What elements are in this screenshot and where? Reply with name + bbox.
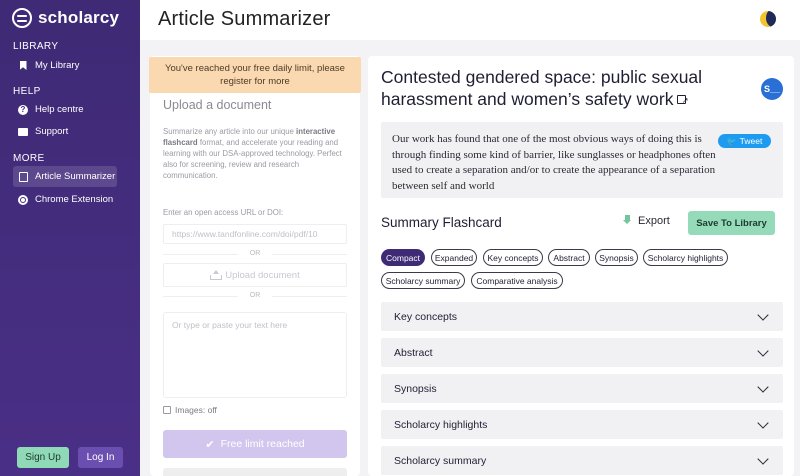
tab-synopsis[interactable]: Synopsis — [595, 249, 638, 266]
accordion-abstract[interactable]: Abstract — [381, 338, 783, 367]
check-icon: ✔ — [205, 438, 215, 451]
sidebar-item-label: My Library — [35, 60, 80, 71]
summary-flashcard-title: Summary Flashcard — [381, 215, 502, 230]
accordion-label: Synopsis — [394, 382, 437, 395]
free-limit-label: Free limit reached — [220, 438, 305, 450]
accordion-scholarcy-highlights[interactable]: Scholarcy highlights — [381, 410, 783, 439]
tweet-label: Tweet — [739, 136, 763, 146]
free-limit-banner: You've reached your free daily limit, pl… — [149, 57, 361, 93]
chevron-down-icon — [757, 417, 769, 429]
scholarcy-logo-icon — [12, 8, 32, 28]
sidebar-item-article-summarizer[interactable]: Article Summarizer — [13, 166, 117, 187]
accordion-label: Key concepts — [394, 310, 458, 323]
accordion-label: Scholarcy summary — [394, 454, 487, 467]
login-button[interactable]: Log In — [78, 447, 123, 468]
mail-icon — [18, 127, 28, 137]
next-button-edge — [163, 468, 347, 476]
tab-scholarcy-highlights[interactable]: Scholarcy highlights — [643, 249, 728, 266]
chrome-icon — [18, 194, 28, 205]
signup-button[interactable]: Sign Up — [17, 447, 69, 468]
accordion-key-concepts[interactable]: Key concepts — [381, 302, 783, 331]
or-separator: OR — [163, 292, 347, 299]
chevron-down-icon — [757, 345, 769, 357]
images-label: Images: off — [175, 405, 217, 415]
accordion-synopsis[interactable]: Synopsis — [381, 374, 783, 403]
url-input[interactable]: https://www.tandfonline.com/doi/pdf/10 — [163, 224, 347, 244]
twitter-bird-icon: 🐦 — [726, 136, 737, 146]
brand-name: scholarcy — [38, 8, 120, 27]
section-label-library: LIBRARY — [13, 41, 59, 52]
bookmark-icon — [18, 61, 28, 71]
upload-icon — [210, 270, 223, 280]
text-input[interactable]: Or type or paste your text here — [163, 312, 347, 398]
chevron-down-icon — [757, 309, 769, 321]
or-separator: OR — [163, 250, 347, 257]
highlight-quote: Our work has found that one of the most … — [392, 133, 716, 192]
tab-key-concepts[interactable]: Key concepts — [483, 249, 543, 266]
section-label-more: MORE — [13, 153, 45, 164]
tab-comparative-analysis[interactable]: Comparative analysis — [471, 272, 563, 289]
images-checkbox[interactable] — [163, 406, 171, 414]
accordion-label: Abstract — [394, 346, 433, 359]
accordion-label: Scholarcy highlights — [394, 418, 488, 431]
export-label: Export — [638, 215, 670, 227]
top-header: Article Summarizer — [140, 0, 800, 40]
sidebar-item-chrome-extension[interactable]: Chrome Extension — [13, 189, 117, 210]
section-label-help: HELP — [13, 86, 41, 97]
article-title: Contested gendered space: public sexual … — [381, 66, 731, 112]
export-button[interactable]: Export — [622, 215, 670, 227]
page-title: Article Summarizer — [158, 8, 331, 30]
upload-description: Summarize any article into our unique in… — [163, 126, 346, 181]
tweet-button[interactable]: 🐦 Tweet — [718, 134, 771, 148]
document-icon — [18, 171, 28, 182]
chevron-down-icon — [757, 453, 769, 465]
accordion-scholarcy-summary[interactable]: Scholarcy summary — [381, 446, 783, 475]
avatar[interactable]: S__ — [761, 78, 783, 100]
url-label: Enter an open access URL or DOI: — [163, 208, 284, 217]
free-limit-button[interactable]: ✔ Free limit reached — [163, 430, 347, 458]
upload-description-text: Summarize any article into our unique — [163, 127, 297, 136]
sidebar-item-label: Help centre — [35, 104, 84, 115]
sidebar: scholarcy LIBRARY My Library HELP ? Help… — [0, 0, 140, 476]
tab-scholarcy-summary[interactable]: Scholarcy summary — [381, 272, 465, 289]
upload-document-label: Upload document — [225, 269, 300, 281]
sidebar-item-support[interactable]: Support — [13, 121, 117, 142]
brand-logo[interactable]: scholarcy — [12, 8, 119, 28]
save-to-library-button[interactable]: Save To Library — [688, 211, 775, 235]
sidebar-item-my-library[interactable]: My Library — [13, 55, 117, 76]
upload-title: Upload a document — [163, 98, 272, 112]
download-icon — [622, 215, 633, 227]
sidebar-item-label: Support — [35, 126, 69, 137]
sidebar-item-label: Article Summarizer — [35, 171, 116, 182]
help-circle-icon: ? — [18, 104, 28, 115]
tab-expanded[interactable]: Expanded — [431, 249, 477, 266]
upload-document-button[interactable]: Upload document — [163, 263, 347, 287]
sidebar-item-help-centre[interactable]: ? Help centre — [13, 99, 117, 120]
chevron-down-icon — [757, 381, 769, 393]
article-title-text: Contested gendered space: public sexual … — [381, 67, 703, 109]
tab-abstract[interactable]: Abstract — [548, 249, 590, 266]
tab-compact[interactable]: Compact — [381, 249, 425, 266]
external-link-icon[interactable] — [677, 90, 688, 112]
sidebar-item-label: Chrome Extension — [35, 194, 114, 205]
images-toggle[interactable]: Images: off — [163, 405, 217, 415]
dark-mode-toggle-icon[interactable] — [760, 11, 776, 27]
